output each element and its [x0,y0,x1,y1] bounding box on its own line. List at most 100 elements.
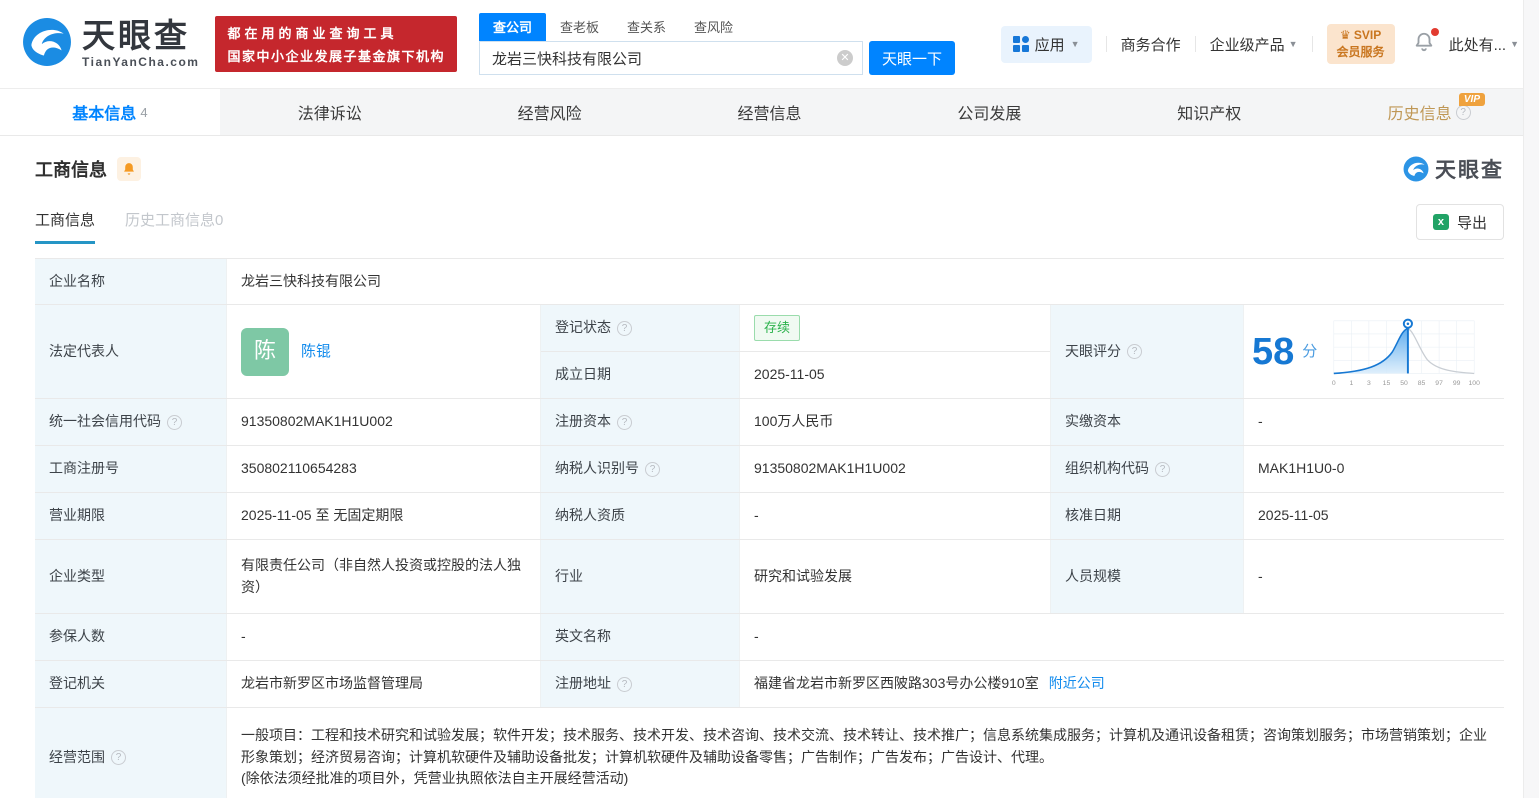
page-tab-经营风险[interactable]: 经营风险 [440,89,660,135]
table-row: 企业名称 龙岩三快科技有限公司 [35,259,1504,305]
export-button[interactable]: x 导出 [1415,204,1504,240]
tianyancha-eye-icon [22,17,72,72]
page-tabs: 基本信息 4 法律诉讼 经营风险 经营信息 公司发展 知识产权 历史信息 VIP? [0,88,1539,136]
avatar[interactable]: 陈 [241,327,289,376]
table-row: 参保人数 - 英文名称 - [35,614,1504,661]
field-label-text: 人员规模 [1065,567,1121,584]
table-row: 经营范围? 一般项目：工程和技术研究和试验发展；软件开发；技术服务、技术开发、技术… [35,708,1504,798]
subtab-历史工商信息0[interactable]: 历史工商信息0 [125,209,223,244]
field-value: - [1258,567,1263,584]
field-value: 2025-11-05 至 无固定期限 [227,493,541,539]
help-icon[interactable]: ? [617,320,632,336]
field-value: - [227,614,541,660]
field-label-text: 登记机关 [49,675,105,692]
field-label: 登记机关 [35,661,227,707]
search-button[interactable]: 天眼一下 [869,41,955,75]
help-icon[interactable]: ? [1455,104,1471,120]
slogan-line1: 都在用的商业查询工具 [227,26,398,41]
slogan-line2: 国家中小企业发展子基金旗下机构 [227,49,445,64]
subtab-row: 工商信息 历史工商信息0 x 导出 [0,184,1539,248]
table-row: 统一社会信用代码? 91350802MAK1H1U002 注册资本? 100万人民币实… [35,399,1504,446]
svip-membership-button[interactable]: ♛ SVIP 会员服务 [1326,24,1395,64]
help-icon[interactable]: ? [167,414,182,430]
field-label: 注册地址? [541,661,740,707]
field-label: 法定代表人 [35,305,227,398]
brand-name: 天眼查 [82,17,190,54]
chevron-down-icon: ▼ [1070,39,1080,49]
field-label-text: 法定代表人 [49,342,119,359]
table-row: 登记机关 龙岩市新罗区市场监督管理局 注册地址? 福建省龙岩市新罗区西陂路303号办公… [35,661,1504,708]
account-menu[interactable]: 此处有... ▼ [1449,34,1519,55]
field-label-text: 组织机构代码 [1065,460,1149,477]
table-row: 企业类型 有限责任公司（非自然人投资或控股的法人独资） 行业 研究和试验发展 人员规模 - [35,540,1504,614]
page-tab-公司发展[interactable]: 公司发展 [879,89,1099,135]
clear-search-icon[interactable]: ✕ [837,50,853,66]
legal-representative-cell: 陈陈锟 [227,305,541,398]
field-label: 成立日期 [541,352,740,398]
field-label-text: 营业期限 [49,507,105,524]
legal-representative-link[interactable]: 陈锟 [301,340,331,363]
field-value: 有限责任公司（非自然人投资或控股的法人独资） [227,540,541,613]
help-icon[interactable]: ? [645,461,660,477]
crown-icon: ♛ [1339,28,1354,42]
nav-item-enterprise[interactable]: 企业级产品 ▼ [1210,34,1298,55]
search-tab-查关系[interactable]: 查关系 [613,13,680,41]
help-icon[interactable]: ? [617,414,632,430]
field-label: 经营范围? [35,708,227,798]
field-value: 2025-11-05 [754,366,825,383]
top-right-nav: 应用 ▼ 商务合作 企业级产品 ▼ ♛ SVIP 会员服务 此处有... ▼ [1000,24,1519,64]
field-label: 英文名称 [541,614,740,660]
page-tab-label: 历史信息 [1387,106,1452,123]
page-tab-经营信息[interactable]: 经营信息 [660,89,880,135]
field-label-text: 企业类型 [49,567,105,584]
field-label: 企业名称 [35,259,227,304]
search-tab-查风险[interactable]: 查风险 [680,13,747,41]
business-scope-cell: 一般项目：工程和技术研究和试验发展；软件开发；技术服务、技术开发、技术咨询、技术… [227,708,1504,798]
field-value: - [740,493,1051,539]
brand-domain: TianYanCha.com [82,55,200,69]
apps-menu-button[interactable]: 应用 ▼ [1000,25,1092,63]
notification-bell-icon[interactable] [1413,27,1439,58]
page-tab-法律诉讼[interactable]: 法律诉讼 [220,89,440,135]
scrollbar[interactable] [1523,0,1539,798]
field-label: 人员规模 [1051,540,1244,613]
subscribe-bell-icon[interactable] [117,157,141,181]
search-tab-查公司[interactable]: 查公司 [479,13,547,41]
status-badge: 存续 [754,314,801,342]
field-label-text: 统一社会信用代码 [49,413,161,430]
score-distribution-chart: 0 1 3 15 50 85 97 99 100 [1332,318,1480,387]
search-input[interactable] [479,41,863,75]
help-icon[interactable]: ? [1127,344,1142,359]
field-label: 工商注册号 [35,446,227,492]
tianyancha-eye-icon [1403,156,1429,182]
search-tab-查老板[interactable]: 查老板 [546,13,613,41]
brand-logo[interactable]: 天眼查 TianYanCha.com [22,17,199,72]
field-label-text: 工商注册号 [49,460,119,477]
address-text: 福建省龙岩市新罗区西陂路303号办公楼910室 [754,675,1039,692]
page-tab-count: 4 [140,104,148,120]
registered-address-cell: 福建省龙岩市新罗区西陂路303号办公楼910室 附近公司 [740,661,1504,707]
nearby-companies-link[interactable]: 附近公司 [1049,673,1105,695]
score-value: 58 [1252,330,1295,373]
field-label: 行业 [541,540,740,613]
subtab-工商信息[interactable]: 工商信息 [35,209,96,244]
page-tab-历史信息[interactable]: 历史信息 VIP? [1319,89,1539,135]
tianyan-score-cell: 58 分 0 1 3 15 50 85 97 99 100 [1244,305,1504,398]
field-value: 2025-11-05 [1258,507,1329,524]
field-label: 企业类型 [35,540,227,613]
page-tab-label: 公司发展 [957,106,1022,123]
svg-text:50: 50 [1401,380,1409,387]
help-icon[interactable]: ? [111,750,126,765]
field-label: 纳税人识别号? [541,446,740,492]
subtabs: 工商信息 历史工商信息0 [35,209,253,244]
help-icon[interactable]: ? [617,676,632,692]
field-label: 统一社会信用代码? [35,399,227,445]
page-tab-label: 法律诉讼 [297,106,362,123]
page-tab-基本信息[interactable]: 基本信息 4 [0,89,220,135]
field-value: 100万人民币 [740,399,1051,445]
help-icon[interactable]: ? [1155,461,1170,477]
field-label-text: 注册资本 [555,413,611,430]
nav-item-cooperation[interactable]: 商务合作 [1121,34,1181,55]
page-tab-知识产权[interactable]: 知识产权 [1099,89,1319,135]
apps-label: 应用 [1034,36,1065,54]
